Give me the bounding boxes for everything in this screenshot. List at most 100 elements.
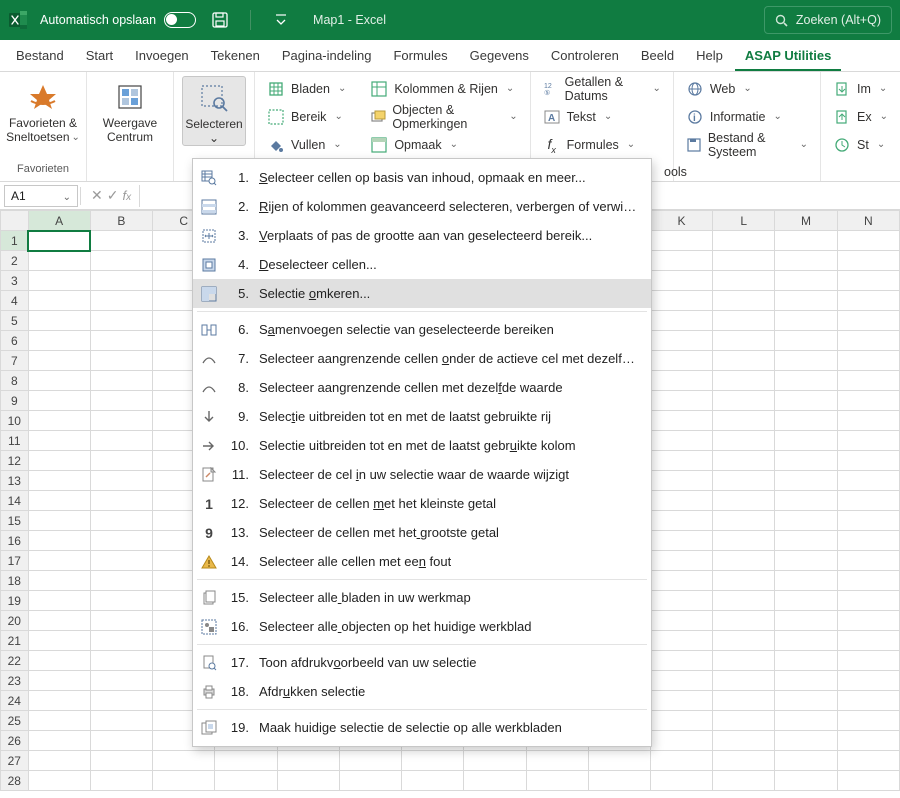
cell[interactable]: [215, 751, 277, 771]
row-header[interactable]: 26: [1, 731, 29, 751]
cell[interactable]: [28, 671, 90, 691]
cell[interactable]: [650, 431, 712, 451]
cell[interactable]: [837, 531, 899, 551]
row-header[interactable]: 10: [1, 411, 29, 431]
row-header[interactable]: 15: [1, 511, 29, 531]
im-button[interactable]: Im: [829, 76, 892, 102]
menu-item[interactable]: 19.Maak huidige selectie de selectie op …: [193, 713, 651, 742]
cell[interactable]: [775, 231, 837, 251]
cell[interactable]: [775, 391, 837, 411]
cell[interactable]: [837, 291, 899, 311]
cell[interactable]: [837, 771, 899, 791]
cell[interactable]: [588, 771, 650, 791]
cell[interactable]: [28, 471, 90, 491]
cell[interactable]: [650, 531, 712, 551]
cell[interactable]: [650, 671, 712, 691]
cell[interactable]: [837, 591, 899, 611]
cell[interactable]: [775, 691, 837, 711]
tab-beeld[interactable]: Beeld: [631, 42, 684, 71]
row-header[interactable]: 27: [1, 751, 29, 771]
row-header[interactable]: 3: [1, 271, 29, 291]
cell[interactable]: [28, 751, 90, 771]
cell[interactable]: [713, 531, 775, 551]
cell[interactable]: [90, 771, 152, 791]
cell[interactable]: [775, 451, 837, 471]
menu-item[interactable]: 112.Selecteer de cellen met het kleinste…: [193, 489, 651, 518]
cell[interactable]: [28, 251, 90, 271]
tab-controleren[interactable]: Controleren: [541, 42, 629, 71]
cell[interactable]: [28, 611, 90, 631]
cell[interactable]: [837, 611, 899, 631]
cell[interactable]: [90, 291, 152, 311]
cell[interactable]: [90, 731, 152, 751]
cell[interactable]: [713, 351, 775, 371]
cell[interactable]: [775, 631, 837, 651]
menu-item[interactable]: 14.Selecteer alle cellen met een fout: [193, 547, 651, 576]
row-header[interactable]: 12: [1, 451, 29, 471]
cell[interactable]: [28, 231, 90, 251]
cell[interactable]: [713, 731, 775, 751]
cell[interactable]: [837, 731, 899, 751]
cell[interactable]: [650, 331, 712, 351]
cell[interactable]: [713, 551, 775, 571]
cell[interactable]: [713, 711, 775, 731]
cell[interactable]: [775, 411, 837, 431]
cell[interactable]: [775, 491, 837, 511]
kolommen-rijen-button[interactable]: Kolommen & Rijen: [366, 76, 521, 102]
cell[interactable]: [837, 671, 899, 691]
cell[interactable]: [837, 571, 899, 591]
row-header[interactable]: 1: [1, 231, 29, 251]
cell[interactable]: [713, 471, 775, 491]
cell[interactable]: [775, 471, 837, 491]
cell[interactable]: [650, 771, 712, 791]
cell[interactable]: [464, 771, 526, 791]
cell[interactable]: [650, 711, 712, 731]
cell[interactable]: [837, 251, 899, 271]
cell[interactable]: [215, 771, 277, 791]
web-button[interactable]: Web: [682, 76, 812, 102]
fx-icon[interactable]: fx: [122, 188, 131, 203]
cell[interactable]: [28, 431, 90, 451]
ex-button[interactable]: Ex: [829, 104, 892, 130]
row-header[interactable]: 5: [1, 311, 29, 331]
row-header[interactable]: 20: [1, 611, 29, 631]
cell[interactable]: [713, 611, 775, 631]
cell[interactable]: [713, 411, 775, 431]
cell[interactable]: [28, 351, 90, 371]
cell[interactable]: [277, 751, 339, 771]
weergave-button[interactable]: Weergave Centrum: [95, 76, 165, 144]
row-header[interactable]: 17: [1, 551, 29, 571]
cell[interactable]: [650, 371, 712, 391]
cell[interactable]: [28, 711, 90, 731]
cell[interactable]: [90, 551, 152, 571]
cell[interactable]: [775, 591, 837, 611]
cell[interactable]: [775, 331, 837, 351]
row-header[interactable]: 4: [1, 291, 29, 311]
row-header[interactable]: 2: [1, 251, 29, 271]
cell[interactable]: [90, 511, 152, 531]
cell[interactable]: [713, 391, 775, 411]
cell[interactable]: [90, 431, 152, 451]
column-header[interactable]: B: [90, 211, 152, 231]
customize-qat-icon[interactable]: [267, 6, 295, 34]
cell[interactable]: [650, 591, 712, 611]
cell[interactable]: [837, 231, 899, 251]
menu-item[interactable]: 1.Selecteer cellen op basis van inhoud, …: [193, 163, 651, 192]
cell[interactable]: [28, 771, 90, 791]
cell[interactable]: [28, 511, 90, 531]
cell[interactable]: [713, 431, 775, 451]
cell[interactable]: [837, 451, 899, 471]
row-header[interactable]: 19: [1, 591, 29, 611]
cell[interactable]: [402, 751, 464, 771]
selecteren-button[interactable]: Selecteren⌄: [182, 76, 246, 146]
cell[interactable]: [90, 691, 152, 711]
cell[interactable]: [28, 311, 90, 331]
cell[interactable]: [837, 471, 899, 491]
bereik-button[interactable]: Bereik: [263, 104, 350, 130]
cell[interactable]: [464, 751, 526, 771]
cell[interactable]: [837, 651, 899, 671]
cell[interactable]: [650, 551, 712, 571]
cell[interactable]: [28, 551, 90, 571]
chevron-down-icon[interactable]: [63, 189, 71, 203]
enter-icon[interactable]: ✓: [107, 187, 119, 204]
